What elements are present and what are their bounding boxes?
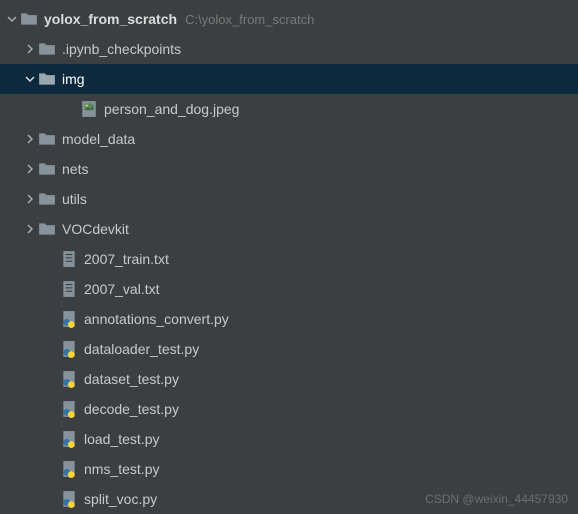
tree-row-py-file[interactable]: annotations_convert.py	[0, 304, 578, 334]
chevron-down-icon[interactable]	[22, 71, 38, 87]
tree-row-py-file[interactable]: dataset_test.py	[0, 364, 578, 394]
folder-icon	[38, 130, 56, 148]
folder-label: img	[62, 71, 85, 87]
file-label: load_test.py	[84, 431, 160, 447]
folder-icon	[38, 70, 56, 88]
tree-row-nets[interactable]: nets	[0, 154, 578, 184]
tree-row-txt-file[interactable]: 2007_train.txt	[0, 244, 578, 274]
python-file-icon	[60, 490, 78, 508]
tree-row-py-file[interactable]: dataloader_test.py	[0, 334, 578, 364]
folder-label: utils	[62, 191, 87, 207]
file-label: annotations_convert.py	[84, 311, 229, 327]
file-label: nms_test.py	[84, 461, 159, 477]
python-file-icon	[60, 340, 78, 358]
folder-label: .ipynb_checkpoints	[62, 41, 181, 57]
tree-row-utils[interactable]: utils	[0, 184, 578, 214]
file-tree: yolox_from_scratch C:\yolox_from_scratch…	[0, 0, 578, 514]
text-file-icon	[60, 280, 78, 298]
tree-row-img[interactable]: img	[0, 64, 578, 94]
root-path: C:\yolox_from_scratch	[185, 12, 314, 27]
tree-row-txt-file[interactable]: 2007_val.txt	[0, 274, 578, 304]
file-label: split_voc.py	[84, 491, 157, 507]
chevron-right-icon[interactable]	[22, 131, 38, 147]
root-label: yolox_from_scratch	[44, 11, 177, 27]
python-file-icon	[60, 460, 78, 478]
file-label: dataloader_test.py	[84, 341, 199, 357]
file-label: 2007_val.txt	[84, 281, 160, 297]
tree-row-checkpoints[interactable]: .ipynb_checkpoints	[0, 34, 578, 64]
folder-icon	[38, 220, 56, 238]
python-file-icon	[60, 400, 78, 418]
file-label: decode_test.py	[84, 401, 179, 417]
chevron-right-icon[interactable]	[22, 41, 38, 57]
tree-row-py-file[interactable]: load_test.py	[0, 424, 578, 454]
watermark: CSDN @weixin_44457930	[425, 492, 568, 506]
tree-row-root[interactable]: yolox_from_scratch C:\yolox_from_scratch	[0, 4, 578, 34]
tree-row-vocdevkit[interactable]: VOCdevkit	[0, 214, 578, 244]
tree-row-py-file[interactable]: nms_test.py	[0, 454, 578, 484]
python-file-icon	[60, 430, 78, 448]
file-label: dataset_test.py	[84, 371, 179, 387]
folder-icon	[38, 190, 56, 208]
folder-icon	[20, 10, 38, 28]
folder-icon	[38, 40, 56, 58]
python-file-icon	[60, 310, 78, 328]
folder-label: model_data	[62, 131, 135, 147]
tree-row-py-file[interactable]: decode_test.py	[0, 394, 578, 424]
folder-icon	[38, 160, 56, 178]
tree-row-model-data[interactable]: model_data	[0, 124, 578, 154]
tree-row-image-file[interactable]: person_and_dog.jpeg	[0, 94, 578, 124]
chevron-right-icon[interactable]	[22, 191, 38, 207]
text-file-icon	[60, 250, 78, 268]
chevron-down-icon[interactable]	[4, 11, 20, 27]
image-file-icon	[80, 100, 98, 118]
folder-label: VOCdevkit	[62, 221, 129, 237]
chevron-right-icon[interactable]	[22, 221, 38, 237]
python-file-icon	[60, 370, 78, 388]
folder-label: nets	[62, 161, 88, 177]
file-label: 2007_train.txt	[84, 251, 169, 267]
chevron-right-icon[interactable]	[22, 161, 38, 177]
file-label: person_and_dog.jpeg	[104, 101, 239, 117]
